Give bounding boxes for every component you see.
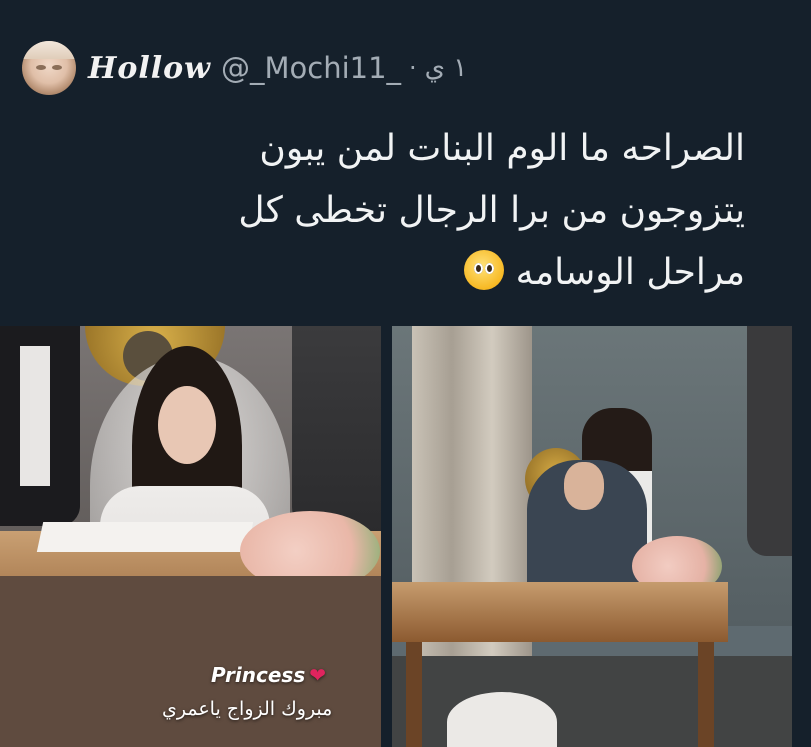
avatar-eye [36,65,46,70]
photo-overlay-title: Princess ❤ [211,663,326,687]
tweet-header: Hollow @_Mochi11_ · ١ ي [22,40,782,96]
timestamp[interactable]: ١ ي [425,53,468,83]
separator: · [409,54,417,82]
photo-person [747,326,792,556]
photo-face [564,462,604,510]
photo-shirt [20,346,50,486]
photo-table-leg [698,642,714,747]
pleading-face-emoji [464,250,505,290]
display-name[interactable]: Hollow [88,51,211,86]
photo-table-front [0,576,381,747]
user-handle[interactable]: @_Mochi11_ [221,51,401,85]
heart-icon: ❤ [309,663,326,687]
photo-foreground-object [447,692,557,747]
photo-face [158,386,216,464]
tweet-text-line: الصراحه ما الوم البنات لمن يبون [259,128,745,169]
tweet: Hollow @_Mochi11_ · ١ ي الصراحه ما الوم … [0,0,811,747]
tweet-text-line: مراحل الوسامه [515,252,745,293]
photo-document [36,522,254,552]
photo-table [392,582,728,642]
tweet-text-line-last: مراحل الوسامه [85,242,745,304]
avatar[interactable] [22,41,76,95]
photo-table-leg [406,642,422,747]
media-divider [381,326,392,747]
tweet-text-line: يتزوجون من برا الرجال تخطى كل [238,190,745,231]
photo-bride-signing[interactable]: Princess ❤ مبروك الزواج ياعمري [0,326,381,747]
avatar-eye [52,65,62,70]
photo-overlay-caption: مبروك الزواج ياعمري [162,698,333,720]
overlay-title-text: Princess [211,663,306,687]
tweet-text: الصراحه ما الوم البنات لمن يبون يتزوجون … [85,118,745,304]
photo-couple-signing[interactable] [392,326,792,747]
avatar-hair [22,41,76,59]
media-edge [792,326,811,747]
media-grid: Princess ❤ مبروك الزواج ياعمري [0,326,811,747]
